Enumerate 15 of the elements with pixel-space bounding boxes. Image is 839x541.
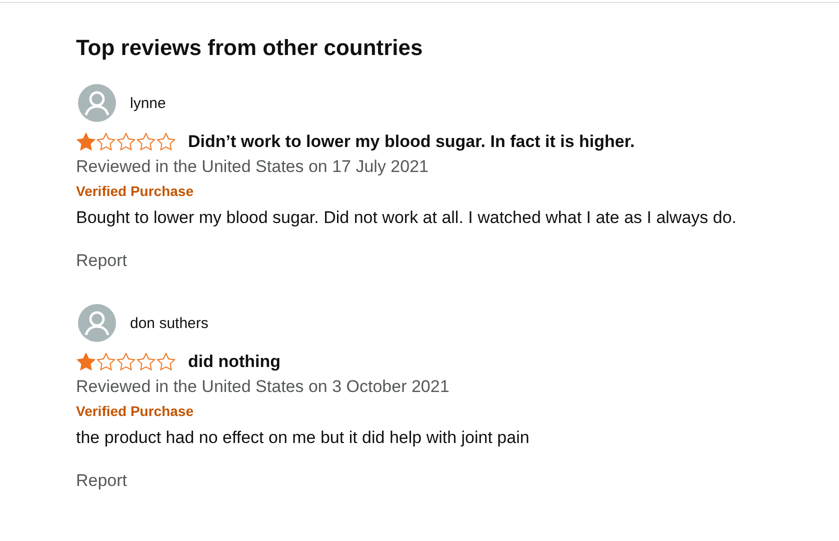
- section-heading: Top reviews from other countries: [76, 34, 424, 62]
- reviewer-name: don suthers: [130, 314, 208, 332]
- review-title[interactable]: Didn’t work to lower my blood sugar. In fact it is higher.: [188, 132, 635, 152]
- review-text: the product had no effect on me but it did help with joint pain: [76, 427, 530, 449]
- review-date: Reviewed in the United States on 17 July 2021: [76, 156, 430, 178]
- verified-purchase-label: Verified Purchase: [76, 182, 195, 201]
- report-link[interactable]: Report: [76, 249, 128, 273]
- report-link[interactable]: Report: [76, 469, 128, 493]
- review-text: Bought to lower my blood sugar. Did not work at all. I watched what I ate as I always do.: [76, 207, 738, 229]
- avatar-icon: [78, 304, 116, 342]
- review-title[interactable]: did nothing: [188, 352, 281, 372]
- reviewer-name: lynne: [130, 94, 166, 112]
- verified-purchase-label: Verified Purchase: [76, 402, 195, 421]
- avatar-icon: [78, 84, 116, 122]
- review-date: Reviewed in the United States on 3 October 2021: [76, 376, 450, 398]
